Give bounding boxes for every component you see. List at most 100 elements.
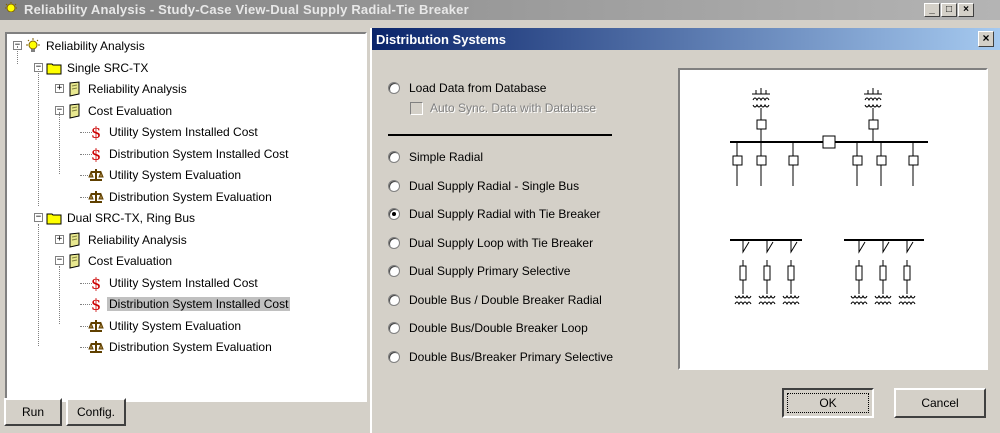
load-feeders-right-icon <box>850 240 916 306</box>
tree-node-label[interactable]: Cost Evaluation <box>86 104 174 118</box>
scale-icon <box>88 167 104 183</box>
tree-connector <box>17 46 18 64</box>
dollar-icon: $ <box>88 274 104 293</box>
distribution-option-label: Double Bus/Breaker Primary Selective <box>409 349 614 364</box>
distribution-option-label: Simple Radial <box>409 150 484 164</box>
tree-node-label[interactable]: Reliability Analysis <box>44 39 147 53</box>
svg-text:$: $ <box>91 146 101 162</box>
book-icon <box>67 102 83 119</box>
collapse-icon[interactable]: − <box>55 256 64 265</box>
tree-node[interactable]: Utility System Evaluation <box>7 316 365 336</box>
distribution-option-label: Dual Supply Primary Selective <box>409 264 571 278</box>
scale-icon <box>88 339 104 355</box>
tree-node-label[interactable]: Utility System Installed Cost <box>107 125 260 139</box>
tree-node-label[interactable]: Distribution System Installed Cost <box>107 147 290 161</box>
load-from-database-radio[interactable] <box>388 82 400 94</box>
main-window-title: Reliability Analysis - Study-Case View-D… <box>24 2 469 17</box>
dollar-icon: $ <box>88 295 104 314</box>
distribution-option-label: Double Bus / Double Breaker Radial <box>409 292 602 307</box>
tree-connector <box>38 224 39 346</box>
load-from-database-label: Load Data from Database <box>409 81 547 95</box>
tree-node[interactable]: − Single SRC-TX <box>7 58 365 78</box>
book-icon <box>67 81 83 97</box>
scale-icon <box>88 189 104 205</box>
tie-breaker-icon <box>822 135 836 149</box>
dialog-close-button[interactable]: × <box>978 31 994 47</box>
tree-node-label[interactable]: Single SRC-TX <box>65 61 150 75</box>
tree-node[interactable]: $ Distribution System Installed Cost <box>7 294 365 314</box>
book-icon <box>67 253 83 269</box>
tree-node[interactable]: Distribution System Evaluation <box>7 187 365 207</box>
tree-node-label[interactable]: Dual SRC-TX, Ring Bus <box>65 211 197 225</box>
tree-node[interactable]: $ Utility System Installed Cost <box>7 273 365 293</box>
distribution-option-radio[interactable] <box>388 236 400 249</box>
distribution-systems-dialog: Distribution Systems × Load Data from Da… <box>370 28 1000 433</box>
collapse-icon[interactable]: − <box>34 213 43 222</box>
tree-connector <box>59 266 60 324</box>
tree-node[interactable]: − Cost Evaluation <box>7 251 365 271</box>
tree-node-label[interactable]: Reliability Analysis <box>86 233 189 247</box>
tree-node[interactable]: + Reliability Analysis <box>7 79 365 99</box>
tree-node[interactable]: − Cost Evaluation <box>7 101 365 121</box>
tree-node[interactable]: − Reliability Analysis <box>7 36 365 56</box>
study-case-tree[interactable]: − Reliability Analysis − Single SRC-TX + Reli… <box>5 32 367 402</box>
tree-node-label[interactable]: Distribution System Installed Cost <box>107 297 291 311</box>
tree-node[interactable]: − Dual SRC-TX, Ring Bus <box>7 208 365 228</box>
run-button[interactable]: Run <box>4 398 62 426</box>
utility-source-right-icon <box>864 88 882 142</box>
tree-node-label[interactable]: Distribution System Evaluation <box>107 340 274 354</box>
close-button[interactable]: × <box>958 3 974 17</box>
study-case-panel: − Reliability Analysis − Single SRC-TX + Reli… <box>0 20 372 433</box>
book-icon <box>67 231 83 248</box>
tree-node-label[interactable]: Utility System Evaluation <box>107 168 243 182</box>
auto-sync-checkbox <box>410 102 423 115</box>
tree-node-label[interactable]: Cost Evaluation <box>86 254 174 268</box>
auto-sync-label: Auto Sync. Data with Database <box>430 101 597 115</box>
load-feeders-left-icon <box>734 240 800 306</box>
tree-node[interactable]: Distribution System Evaluation <box>7 337 365 357</box>
bulb-icon <box>5 2 17 15</box>
tree-node-label[interactable]: Utility System Installed Cost <box>107 276 260 290</box>
svg-text:$: $ <box>91 124 101 140</box>
tree-node-label[interactable]: Distribution System Evaluation <box>107 190 274 204</box>
tree-node[interactable]: + Reliability Analysis <box>7 230 365 250</box>
utility-source-left-icon <box>752 88 770 142</box>
distribution-option-radio[interactable] <box>388 322 400 334</box>
config-button[interactable]: Config. <box>66 398 126 426</box>
tree-connector <box>59 112 60 174</box>
dialog-title-bar: Distribution Systems × <box>372 28 1000 50</box>
dollar-icon: $ <box>88 123 104 142</box>
one-line-diagram-svg <box>730 88 928 306</box>
distribution-option-label: Dual Supply Radial - Single Bus <box>409 178 580 193</box>
expand-icon[interactable]: + <box>55 234 64 244</box>
cancel-button[interactable]: Cancel <box>894 388 986 418</box>
distribution-option-radio[interactable] <box>388 208 400 220</box>
distribution-option-radio[interactable] <box>388 350 400 363</box>
distribution-option-radio[interactable] <box>388 179 400 192</box>
distribution-option-label: Dual Supply Radial with Tie Breaker <box>409 207 601 221</box>
svg-text:$: $ <box>91 275 101 291</box>
folder-icon <box>46 60 62 76</box>
tree-connector <box>38 69 39 206</box>
maximize-button[interactable]: □ <box>941 3 957 17</box>
distribution-option-radio[interactable] <box>388 265 400 277</box>
minimize-button[interactable]: _ <box>924 3 940 17</box>
dialog-title: Distribution Systems <box>376 32 507 47</box>
tree-node-label[interactable]: Utility System Evaluation <box>107 319 243 333</box>
distribution-option-radio[interactable] <box>388 151 400 163</box>
dollar-icon: $ <box>88 145 104 164</box>
main-title-bar: Reliability Analysis - Study-Case View-D… <box>0 0 1000 20</box>
tree-node[interactable]: $ Utility System Installed Cost <box>7 122 365 142</box>
svg-text:$: $ <box>91 296 101 312</box>
tree-node[interactable]: $ Distribution System Installed Cost <box>7 144 365 164</box>
expand-icon[interactable]: + <box>55 84 64 93</box>
scale-icon <box>88 318 104 334</box>
distribution-option-radio[interactable] <box>388 293 400 306</box>
ok-button[interactable]: OK <box>782 388 874 418</box>
folder-icon <box>46 210 62 226</box>
tree-node[interactable]: Utility System Evaluation <box>7 165 365 185</box>
tree-node-label[interactable]: Reliability Analysis <box>86 82 189 96</box>
separator <box>388 134 612 136</box>
distribution-option-label: Dual Supply Loop with Tie Breaker <box>409 235 594 250</box>
bulb-icon <box>25 38 41 54</box>
